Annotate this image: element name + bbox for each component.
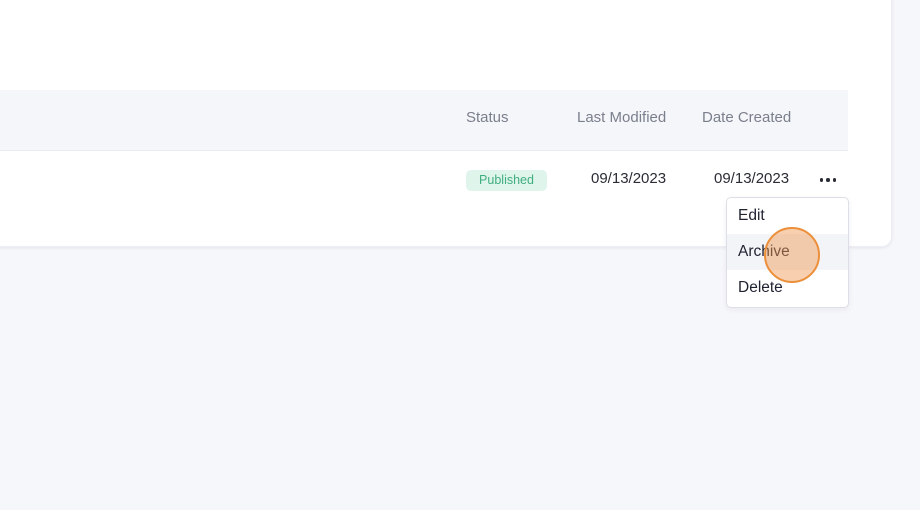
last-modified-cell: 09/13/2023	[591, 170, 667, 187]
actions-dropdown-menu: Edit Archive Delete	[726, 197, 849, 308]
menu-item-edit[interactable]: Edit	[727, 198, 848, 234]
menu-item-archive[interactable]: Archive	[727, 234, 848, 270]
column-header-last-modified[interactable]: Last Modified	[577, 109, 666, 126]
status-badge: Published	[466, 170, 547, 191]
more-horizontal-icon	[819, 178, 824, 182]
more-horizontal-icon-dot	[826, 178, 830, 182]
more-actions-button[interactable]	[815, 169, 841, 191]
column-header-status[interactable]: Status	[466, 109, 509, 126]
menu-item-delete[interactable]: Delete	[727, 270, 848, 306]
date-created-cell: 09/13/2023	[714, 170, 790, 187]
more-horizontal-icon-dot	[832, 178, 837, 182]
column-header-date-created[interactable]: Date Created	[702, 109, 791, 126]
